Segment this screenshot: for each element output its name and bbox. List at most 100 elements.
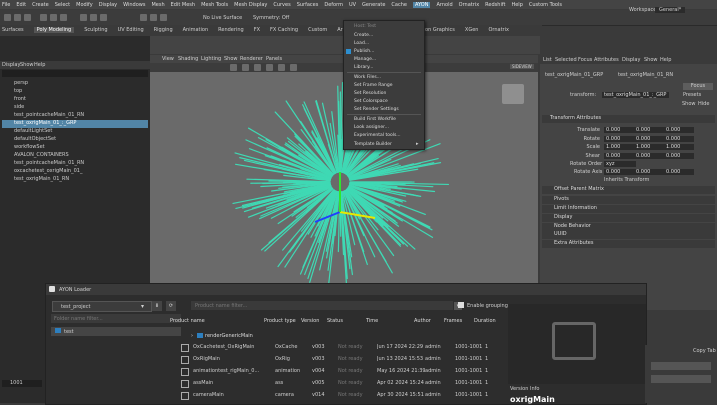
shelf-tab-sculpting[interactable]: Sculpting [84,27,107,33]
outliner-item[interactable]: test_pointcacheMain_01_RN [2,112,148,120]
ae-node-tab[interactable]: test_oxrigMain_01_GRP [545,72,603,78]
symmetry-label[interactable]: Symmetry: Off [253,15,289,21]
ae-menu-list[interactable]: List [543,57,552,63]
outliner-item[interactable]: front [2,96,148,104]
lasso-tool-icon[interactable] [50,14,57,21]
ae-row-field[interactable]: 0.000 [664,136,694,142]
menu-custom-tools[interactable]: Custom Tools [529,2,562,8]
viewport-menu-show[interactable]: Show [224,56,238,62]
menu-edit-mesh[interactable]: Edit Mesh [171,2,195,8]
shelf-tab-fx-caching[interactable]: FX Caching [270,27,298,33]
outliner-item[interactable]: test_oxrigMain_01_RN [2,176,148,184]
copy-tab-button[interactable]: Copy Tab [693,348,716,354]
table-row[interactable]: cameraMaincamerav014Not readyApr 30 2024… [181,390,511,401]
folder-filter-input[interactable]: Folder name filter... [51,314,181,323]
menu-select[interactable]: Select [55,2,70,8]
open-scene-icon[interactable] [14,14,21,21]
table-row[interactable]: assMainassv005Not readyApr 02 2024 15:24… [181,378,511,389]
grid-icon[interactable] [242,64,249,71]
ae-menu-focus[interactable]: Focus [578,57,592,63]
menu-file[interactable]: File [2,2,10,8]
download-icon[interactable]: ⬇ [152,301,162,311]
ae-section-transform[interactable]: Transform Attributes [542,115,715,123]
menu-display[interactable]: Display [99,2,117,8]
menu-edit[interactable]: Edit [16,2,26,8]
ayon-menu-item[interactable]: Experimental tools... [354,133,401,138]
column-header[interactable]: Status [327,318,365,324]
shelf-tab-rendering[interactable]: Rendering [218,27,244,33]
ayon-menu-item[interactable]: Set Resolution [354,91,386,96]
wireframe-icon[interactable] [254,64,261,71]
outliner-item[interactable]: top [2,88,148,96]
ae-show-button[interactable]: Show [682,101,696,107]
menu-create[interactable]: Create [32,2,49,8]
snap-point-icon[interactable] [100,14,107,21]
shelf-tab-animation[interactable]: Animation [183,27,209,33]
ae-section[interactable]: Pivots [542,196,715,204]
ae-transform-field[interactable]: test_oxrigMain_01_:_GRP [602,92,669,98]
column-header[interactable]: Product type [264,318,300,324]
select-tool-icon[interactable] [40,14,47,21]
ae-rotate-axis-x[interactable]: 0.000 [604,169,634,175]
outliner-menu-help[interactable]: Help [34,62,45,68]
ayon-menu-item[interactable]: Build First Workfile [354,117,396,122]
shelf-tab-ornatrix[interactable]: Ornatrix [488,27,509,33]
live-surface-label[interactable]: No Live Surface [203,15,242,21]
ae-rotate-axis-z[interactable]: 0.000 [664,169,694,175]
column-header[interactable]: Duration [474,318,500,324]
viewport-menu-lighting[interactable]: Lighting [201,56,221,62]
ae-menu-show[interactable]: Show [644,57,658,63]
lights-icon[interactable] [290,64,297,71]
outliner-item[interactable]: defaultLightSet [2,128,148,136]
ae-row-field[interactable]: 0.000 [634,136,664,142]
column-header[interactable]: Version [301,318,326,324]
ayon-menu-item[interactable]: Manage... [354,57,376,62]
ae-section[interactable]: UUID [542,231,715,239]
ayon-menu-item[interactable]: Load... [354,41,369,46]
viewport-menu-panels[interactable]: Panels [266,56,282,62]
save-scene-icon[interactable] [24,14,31,21]
ayon-menu-item[interactable]: Look assigner... [354,125,389,130]
ae-inherits-checkbox[interactable]: Inherits Transform [604,177,649,183]
ae-section[interactable]: Extra Attributes [542,240,715,248]
ae-focus-button[interactable]: Focus [683,83,713,90]
ae-row-field[interactable]: 0.000 [634,153,664,159]
new-scene-icon[interactable] [4,14,11,21]
menu-mesh[interactable]: Mesh [151,2,164,8]
ayon-menu-item[interactable]: Create... [354,33,373,38]
menu-ayon[interactable]: AYON [413,2,431,8]
menu-curves[interactable]: Curves [273,2,290,8]
column-header[interactable]: Frames [444,318,474,324]
frame-field[interactable]: 1001 [2,380,42,387]
ayon-menu-item[interactable]: Work Files... [354,75,381,80]
ae-rotate-axis-y[interactable]: 0.000 [634,169,664,175]
shelf-tab-surfaces[interactable]: Surfaces [2,27,24,33]
grouping-checkbox[interactable] [458,302,464,308]
menu-generate[interactable]: Generate [362,2,385,8]
folder-item-test[interactable]: test [51,327,181,336]
camera-icon[interactable] [230,64,237,71]
menu-mesh-display[interactable]: Mesh Display [234,2,267,8]
ae-rotate-order-select[interactable]: xyz [604,161,636,167]
outliner-item[interactable]: oxcachetest_oxrigMain_01_ [2,168,148,176]
viewport-menu-view[interactable]: View [162,56,174,62]
outliner-menu-show[interactable]: Show [20,62,34,68]
ae-hide-button[interactable]: Hide [698,101,709,107]
menu-help[interactable]: Help [511,2,522,8]
ae-section[interactable]: Limit Information [542,205,715,213]
menu-mesh-tools[interactable]: Mesh Tools [201,2,228,8]
ae-section[interactable]: Display [542,214,715,222]
menu-deform[interactable]: Deform [324,2,343,8]
ae-menu-help[interactable]: Help [660,57,671,63]
view-cube[interactable] [502,84,524,104]
snap-view-icon[interactable] [150,14,157,21]
outliner-item[interactable]: side [2,104,148,112]
outliner-item[interactable]: persp [2,80,148,88]
shelf-tab-rigging[interactable]: Rigging [154,27,173,33]
ae-row-field[interactable]: 0.000 [604,136,634,142]
ayon-menu-item[interactable]: Template Builder [354,142,392,147]
live-surface-icon[interactable] [160,14,167,21]
workspace-select[interactable]: General* [655,7,685,13]
outliner-item[interactable]: test_pointcacheMain_01_RN [2,160,148,168]
ae-row-field[interactable]: 0.000 [604,153,634,159]
